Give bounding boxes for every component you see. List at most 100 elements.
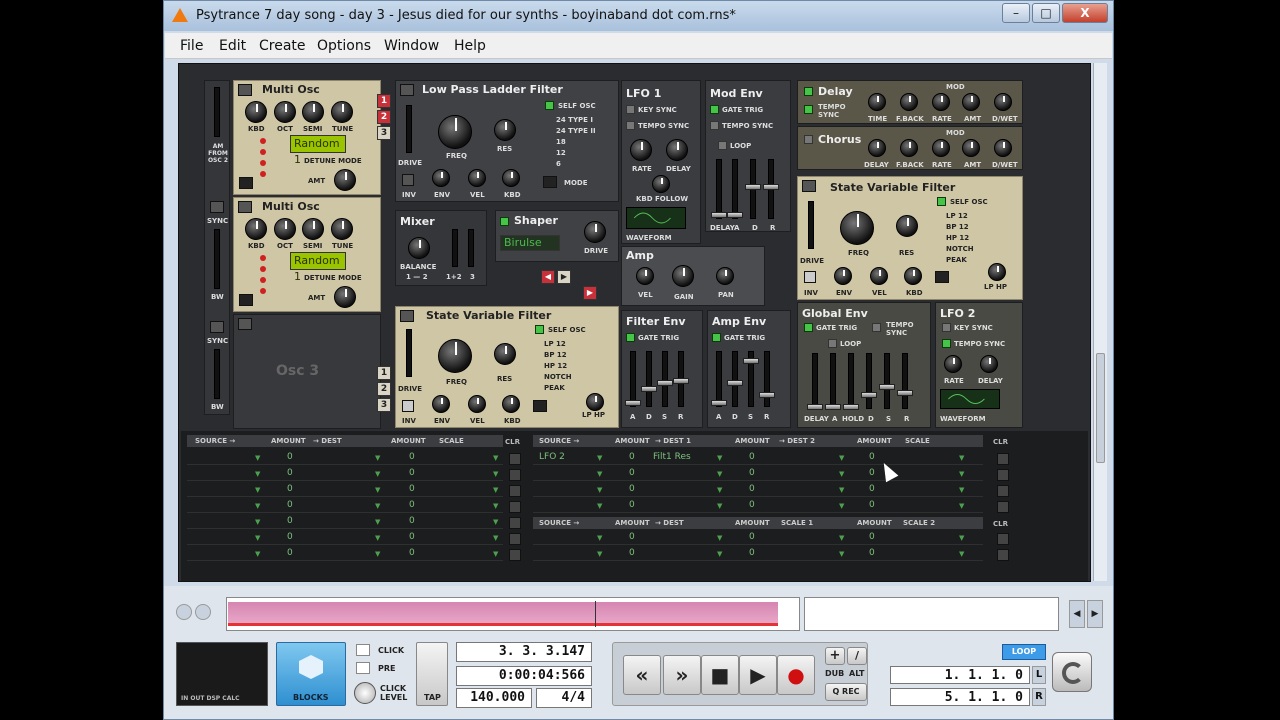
filter1-drive-fader[interactable] (406, 105, 412, 153)
lfo1-kbd-follow-knob[interactable] (652, 175, 670, 193)
modenv-a-fader[interactable] (727, 159, 743, 219)
globalenv-s-fader[interactable] (879, 353, 895, 409)
filter1-freq-knob[interactable] (438, 115, 472, 149)
pre-checkbox[interactable] (356, 662, 370, 674)
route-arrow-amp[interactable]: ▶ (583, 286, 597, 300)
dub-plus-icon[interactable]: + (825, 647, 845, 665)
lfo2-key-sync-led[interactable] (942, 323, 951, 332)
amp-gain-knob[interactable] (672, 265, 694, 287)
q-rec-button[interactable]: Q REC (825, 683, 867, 701)
lfo2-delay-knob[interactable] (980, 355, 998, 373)
time-display[interactable]: 0:00:04:566 (456, 666, 592, 686)
scroll-right-icon[interactable]: ▶ (1087, 600, 1103, 628)
mod1-clr-button[interactable] (509, 533, 521, 545)
mod2-row[interactable]: ▼ 0 ▼ 0 ▼ 0 ▼ (533, 499, 983, 513)
maximize-button[interactable]: □ (1032, 3, 1060, 23)
mod3-row[interactable]: ▼ 0 ▼ 0 ▼ 0 ▼ (533, 547, 983, 561)
alt-slash-icon[interactable]: / (847, 647, 867, 665)
svf3-env-knob[interactable] (834, 267, 852, 285)
filter1-env-knob[interactable] (432, 169, 450, 187)
menu-help[interactable]: Help (454, 38, 486, 54)
osc1-preset-display[interactable]: Random 1 (290, 135, 346, 166)
lfo1-rate-knob[interactable] (630, 139, 652, 161)
ampenv-a-fader[interactable] (711, 351, 727, 407)
osc2-amt-knob[interactable] (334, 286, 356, 308)
osc1-wave-led-2[interactable] (260, 149, 266, 155)
svf3-mode-button[interactable] (935, 271, 949, 283)
rewind-icon[interactable]: « (623, 655, 661, 695)
filter1-mode-button[interactable] (543, 176, 557, 188)
osc2-wave-led-3[interactable] (260, 277, 266, 283)
left-locator-display[interactable]: 1. 1. 1. 0 (890, 666, 1030, 684)
mixer-fader-3[interactable] (468, 229, 474, 267)
delay-time-knob[interactable] (868, 93, 886, 111)
click-level-knob[interactable] (354, 682, 376, 704)
svf3-collapse-button[interactable] (802, 180, 816, 192)
osc3-collapse-button[interactable] (238, 318, 252, 330)
mod2-clr-button[interactable] (997, 453, 1009, 465)
delay-rate-knob[interactable] (932, 93, 950, 111)
mod1-clr-button[interactable] (509, 469, 521, 481)
play-icon[interactable]: ▶ (739, 655, 777, 695)
filter2-lphp-knob[interactable] (586, 393, 604, 411)
filter2-vel-knob[interactable] (468, 395, 486, 413)
fast-forward-icon[interactable]: » (663, 655, 701, 695)
rack-vertical-scrollbar[interactable] (1093, 63, 1107, 581)
filter1-type-4[interactable]: 12 (556, 149, 566, 157)
filter2-self-osc-led[interactable] (535, 325, 544, 334)
song-overview-timeline[interactable] (226, 597, 800, 631)
modenv-loop-led[interactable] (718, 141, 727, 150)
filter1-self-osc-led[interactable] (545, 101, 554, 110)
filter1-type-3[interactable]: 18 (556, 138, 566, 146)
svf3-inv-button[interactable] (804, 271, 816, 283)
mod1-clr-button[interactable] (509, 453, 521, 465)
mod3-row[interactable]: ▼ 0 ▼ 0 ▼ 0 ▼ (533, 531, 983, 545)
filter1-route-3[interactable]: 3 (377, 126, 391, 140)
click-checkbox[interactable] (356, 644, 370, 656)
osc1-tune-knob[interactable] (331, 101, 353, 123)
tap-button[interactable]: TAP (416, 642, 448, 706)
lfo2-tempo-sync-led[interactable] (942, 339, 951, 348)
osc1-wave-led-4[interactable] (260, 171, 266, 177)
song-position-marker[interactable] (595, 601, 596, 627)
filter1-inv-button[interactable] (402, 174, 414, 186)
shaper-preset-display[interactable]: Birulse (500, 235, 560, 251)
mixer-balance-knob[interactable] (408, 237, 430, 259)
mod1-row[interactable]: ▼ 0 ▼ 0 ▼ (187, 515, 503, 529)
delay-enable-led[interactable] (804, 87, 813, 96)
sync-button-2[interactable] (210, 321, 224, 333)
chorus-rate-knob[interactable] (932, 139, 950, 157)
filter1-route-1[interactable]: 1 (377, 94, 391, 108)
mod2-clr-button[interactable] (997, 501, 1009, 513)
mod2-row[interactable]: ▼ 0 ▼ 0 ▼ 0 ▼ (533, 483, 983, 497)
menu-edit[interactable]: Edit (219, 38, 246, 54)
filter2-type-lp12[interactable]: LP 12 (544, 340, 566, 348)
svf3-type-hp12[interactable]: HP 12 (946, 234, 969, 242)
svf3-type-lp12[interactable]: LP 12 (946, 212, 968, 220)
osc2-wave-led-2[interactable] (260, 266, 266, 272)
menu-create[interactable]: Create (259, 38, 306, 54)
route-arrow-left[interactable]: ◀ (541, 270, 555, 284)
right-locator-button[interactable]: R (1032, 688, 1046, 706)
osc2-tune-knob[interactable] (331, 218, 353, 240)
lfo1-key-sync-led[interactable] (626, 105, 635, 114)
filter2-type-peak[interactable]: PEAK (544, 384, 565, 392)
filterenv-r-fader[interactable] (673, 351, 689, 407)
lfo1-waveform-display[interactable] (626, 207, 686, 229)
filter2-route-1[interactable]: 1 (377, 366, 391, 380)
osc1-amt-knob[interactable] (334, 169, 356, 191)
blocks-button[interactable]: BLOCKS (276, 642, 346, 706)
amp-vel-knob[interactable] (636, 267, 654, 285)
filter2-collapse-button[interactable] (400, 310, 414, 322)
filter2-type-notch[interactable]: NOTCH (544, 373, 572, 381)
filter2-env-knob[interactable] (432, 395, 450, 413)
delay-dwet-knob[interactable] (994, 93, 1012, 111)
close-button[interactable]: X (1062, 3, 1108, 23)
filter2-type-hp12[interactable]: HP 12 (544, 362, 567, 370)
osc1-kbd-knob[interactable] (245, 101, 267, 123)
globalenv-hold-fader[interactable] (843, 353, 859, 410)
osc1-collapse-button[interactable] (238, 84, 252, 96)
lfo2-waveform-display[interactable] (940, 389, 1000, 409)
osc1-small-button[interactable] (239, 177, 253, 189)
minimize-button[interactable]: – (1002, 3, 1030, 23)
